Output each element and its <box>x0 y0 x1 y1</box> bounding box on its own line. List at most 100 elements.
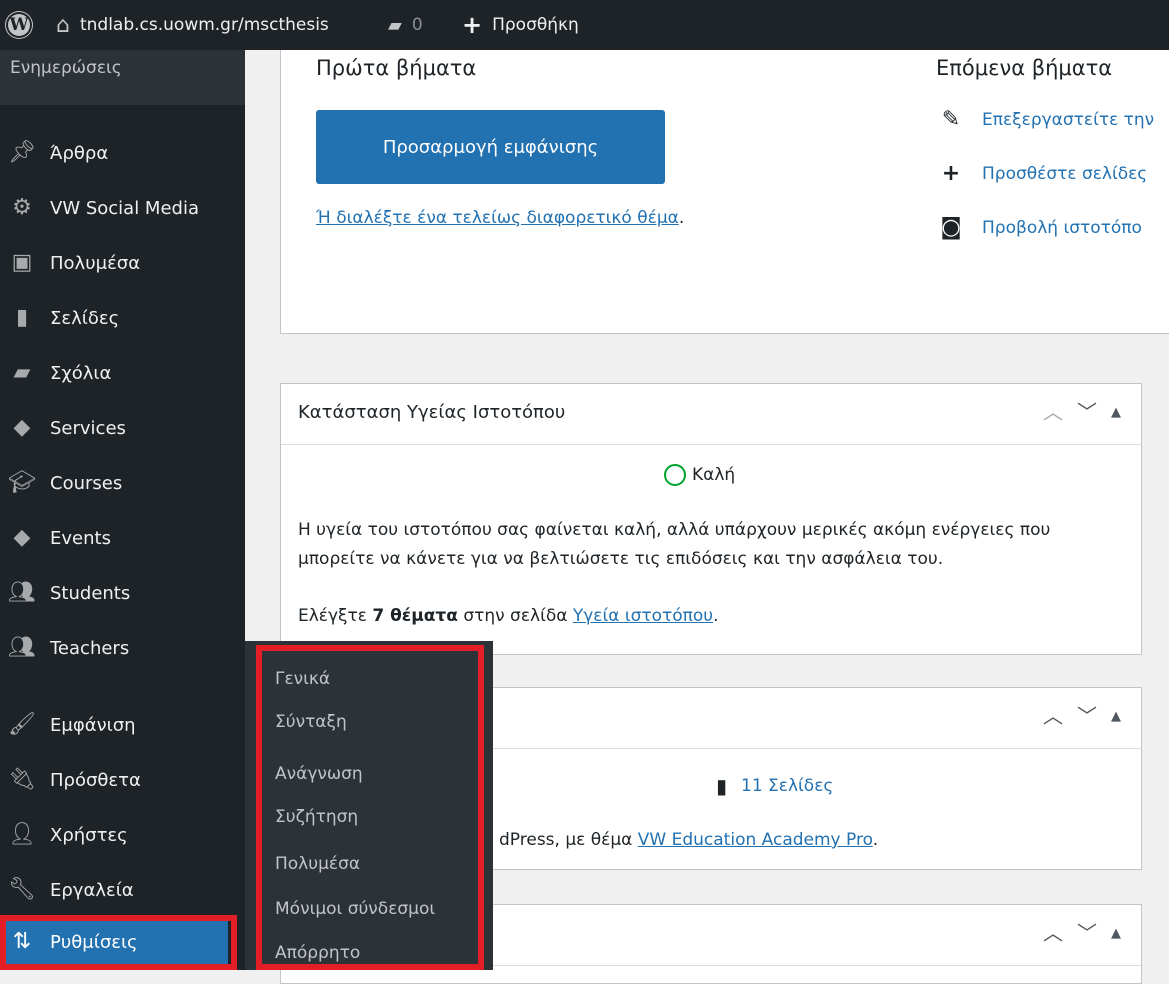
sidebar-item-label: Πολυμέσα <box>50 252 141 274</box>
widget-controls: ︿ ﹀ ▲ <box>1043 402 1121 422</box>
sidebar-item-settings[interactable]: ⇅ Ρυθμίσεις <box>5 917 228 967</box>
pin-icon: 📌︎ <box>8 140 36 165</box>
sidebar-item-vw-social-media[interactable]: ⚙ VW Social Media <box>0 183 245 233</box>
sidebar-item-posts[interactable]: 📌︎ Άρθρα <box>0 128 245 178</box>
mortarboard-icon: 🎓︎ <box>8 470 36 495</box>
admin-sidebar: Ενημερώσεις 📌︎ Άρθρα ⚙ VW Social Media ▣… <box>0 50 245 970</box>
wordpress-logo-icon[interactable]: W <box>6 0 32 50</box>
users-icon: 👥︎ <box>8 580 36 605</box>
tag-icon: ◆ <box>13 415 31 440</box>
submenu-item-permalinks[interactable]: Μόνιμοι σύνδεσμοι <box>275 899 435 919</box>
site-url: tndlab.cs.uowm.gr/mscthesis <box>79 15 329 35</box>
sidebar-item-events[interactable]: ◆ Events <box>0 513 245 563</box>
health-items-prefix: Ελέγξτε <box>298 606 373 626</box>
submenu-item-media[interactable]: Πολυμέσα <box>275 854 360 874</box>
sidebar-item-label: Ρυθμίσεις <box>50 931 138 953</box>
widget-controls: ︿ ﹀ ▲ <box>1043 706 1121 726</box>
choose-theme-link[interactable]: Ή διαλέξτε ένα τελείως διαφορετικό θέμα <box>316 208 679 228</box>
toggle-panel-icon[interactable]: ▲ <box>1111 710 1121 723</box>
next-step-edit-link[interactable]: Επεξεργαστείτε την <box>982 110 1154 130</box>
plugin-icon: 🔌︎ <box>8 767 36 792</box>
new-content-label: Προσθήκη <box>492 15 579 35</box>
sidebar-item-updates[interactable]: Ενημερώσεις <box>0 50 245 105</box>
move-up-icon[interactable]: ︿ <box>1043 706 1063 726</box>
next-steps-title: Επόμενα βήματα <box>936 56 1113 80</box>
welcome-panel: Πρώτα βήματα Προσαρμογή εμφάνισης Ή διαλ… <box>280 50 1169 334</box>
health-description: Η υγεία του ιστοτόπου σας φαίνεται καλή,… <box>298 520 1051 569</box>
pages-count-link[interactable]: 11 Σελίδες <box>741 776 833 796</box>
next-step-view-site-link[interactable]: Προβολή ιστοτόπο <box>982 218 1142 238</box>
health-good-ring-icon <box>664 464 686 486</box>
customize-appearance-button[interactable]: Προσαρμογή εμφάνισης <box>316 110 665 184</box>
health-items-middle: στην σελίδα <box>457 606 573 626</box>
next-step-add-pages[interactable]: + Προσθέστε σελίδες <box>940 161 1148 186</box>
next-step-view-site[interactable]: ◙ Προβολή ιστοτόπο <box>940 215 1142 240</box>
sidebar-item-label: Students <box>50 582 131 604</box>
settings-submenu: Γενικά Σύνταξη Ανάγνωση Συζήτηση Πολυμέσ… <box>245 641 493 970</box>
sidebar-item-label: Teachers <box>50 637 130 659</box>
sidebar-item-plugins[interactable]: 🔌︎ Πρόσθετα <box>0 755 245 805</box>
comment-icon: ▰ <box>13 360 31 385</box>
comments-count: 0 <box>411 15 423 35</box>
plus-icon: + <box>462 11 483 39</box>
site-health-link[interactable]: Υγεία ιστοτόπου <box>573 606 713 626</box>
home-icon: ⌂ <box>56 12 70 38</box>
site-health-header: Κατάσταση Υγείας Ιστοτόπου ︿ ﹀ ▲ <box>281 384 1141 445</box>
media-icon: ▣ <box>11 250 33 275</box>
sidebar-item-comments[interactable]: ▰ Σχόλια <box>0 348 245 398</box>
submenu-item-discussion[interactable]: Συζήτηση <box>275 807 358 827</box>
site-health-title: Κατάσταση Υγείας Ιστοτόπου <box>298 402 566 423</box>
pages-count[interactable]: ▮ 11 Σελίδες <box>716 774 833 798</box>
wrench-icon: 🔧︎ <box>8 877 36 902</box>
sidebar-item-label: Services <box>50 417 126 439</box>
widget-controls: ︿ ﹀ ▲ <box>1043 923 1121 943</box>
comment-icon: ▰ <box>388 14 402 36</box>
sidebar-item-services[interactable]: ◆ Services <box>0 403 245 453</box>
sidebar-item-students[interactable]: 👥︎ Students <box>0 568 245 618</box>
theme-link[interactable]: VW Education Academy Pro <box>638 830 873 850</box>
theme-info-suffix: . <box>872 830 879 850</box>
submenu-item-privacy[interactable]: Απόρρητο <box>275 943 360 963</box>
toggle-panel-icon[interactable]: ▲ <box>1111 927 1121 940</box>
sidebar-item-label: Σελίδες <box>50 307 120 329</box>
sidebar-item-appearance[interactable]: 🖌︎ Εμφάνιση <box>0 700 245 750</box>
pages-icon: ▮ <box>716 774 728 798</box>
sidebar-item-media[interactable]: ▣ Πολυμέσα <box>0 238 245 288</box>
sidebar-item-teachers[interactable]: 👥︎ Teachers <box>0 623 245 673</box>
site-name-link[interactable]: ⌂ tndlab.cs.uowm.gr/mscthesis <box>56 0 329 50</box>
move-up-icon[interactable]: ︿ <box>1043 402 1063 422</box>
sidebar-item-label: Χρήστες <box>50 824 128 846</box>
move-up-icon[interactable]: ︿ <box>1043 923 1063 943</box>
sidebar-item-label: Εμφάνιση <box>50 714 136 736</box>
submenu-item-reading[interactable]: Ανάγνωση <box>275 764 363 784</box>
health-items-suffix: . <box>713 606 719 626</box>
users-icon: 👥︎ <box>8 635 36 660</box>
sidebar-item-users[interactable]: 👤︎ Χρήστες <box>0 810 245 860</box>
move-down-icon[interactable]: ﹀ <box>1077 706 1097 726</box>
sidebar-item-label: Εργαλεία <box>50 879 134 901</box>
health-items-line: Ελέγξτε 7 θέματα στην σελίδα Υγεία ιστοτ… <box>298 606 719 626</box>
sidebar-item-courses[interactable]: 🎓︎ Courses <box>0 458 245 508</box>
site-health-widget: Κατάσταση Υγείας Ιστοτόπου ︿ ﹀ ▲ Καλή Η … <box>280 383 1142 655</box>
move-down-icon[interactable]: ﹀ <box>1077 923 1097 943</box>
submenu-item-general[interactable]: Γενικά <box>275 669 330 689</box>
updates-label: Ενημερώσεις <box>10 58 122 78</box>
theme-info-line: dPress, με θέμα VW Education Academy Pro… <box>499 830 878 850</box>
sidebar-item-tools[interactable]: 🔧︎ Εργαλεία <box>0 865 245 915</box>
next-step-edit[interactable]: ✎ Επεξεργαστείτε την <box>940 107 1154 132</box>
new-content-link[interactable]: + Προσθήκη <box>462 0 579 50</box>
admin-bar: W ⌂ tndlab.cs.uowm.gr/mscthesis ▰ 0 + Πρ… <box>0 0 1169 50</box>
plus-icon: + <box>941 161 961 186</box>
move-down-icon[interactable]: ﹀ <box>1077 402 1097 422</box>
health-status-label: Καλή <box>692 465 736 485</box>
toggle-panel-icon[interactable]: ▲ <box>1111 406 1121 419</box>
comments-link[interactable]: ▰ 0 <box>388 0 423 50</box>
settings-icon: ⇅ <box>12 929 32 954</box>
sidebar-item-label: Courses <box>50 472 123 494</box>
sidebar-item-label: Σχόλια <box>50 362 112 384</box>
submenu-item-writing[interactable]: Σύνταξη <box>275 712 347 732</box>
tag-icon: ◆ <box>13 525 31 550</box>
user-icon: 👤︎ <box>8 822 36 847</box>
sidebar-item-pages[interactable]: ▮ Σελίδες <box>0 293 245 343</box>
next-step-add-pages-link[interactable]: Προσθέστε σελίδες <box>982 164 1147 184</box>
